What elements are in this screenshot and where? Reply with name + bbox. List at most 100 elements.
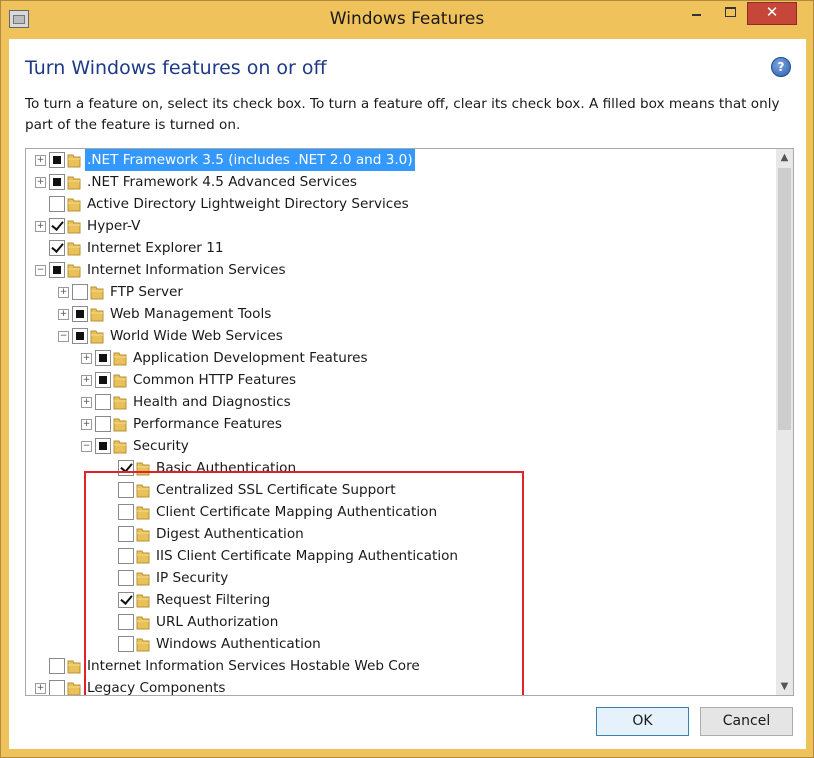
- minimize-button[interactable]: [683, 2, 709, 23]
- tree-item-label[interactable]: Centralized SSL Certificate Support: [154, 479, 398, 501]
- collapse-icon[interactable]: −: [81, 441, 92, 452]
- tree-item[interactable]: + .NET Framework 4.5 Advanced Services: [26, 171, 766, 193]
- title-bar[interactable]: Windows Features ✕: [1, 1, 813, 39]
- close-button[interactable]: ✕: [747, 2, 797, 25]
- tree-item-label[interactable]: Active Directory Lightweight Directory S…: [85, 193, 411, 215]
- tree-item[interactable]: + Web Management Tools: [26, 303, 766, 325]
- tree-item-label[interactable]: IP Security: [154, 567, 230, 589]
- feature-checkbox[interactable]: [118, 570, 134, 586]
- help-icon[interactable]: ?: [771, 57, 791, 77]
- tree-item[interactable]: + Common HTTP Features: [26, 369, 766, 391]
- tree-item-label[interactable]: FTP Server: [108, 281, 185, 303]
- feature-checkbox[interactable]: [49, 680, 65, 695]
- tree-item-label[interactable]: Internet Explorer 11: [85, 237, 226, 259]
- tree-item-label[interactable]: Application Development Features: [131, 347, 370, 369]
- tree-item-label[interactable]: Windows Authentication: [154, 633, 323, 655]
- feature-checkbox[interactable]: [118, 592, 134, 608]
- tree-item[interactable]: IIS Client Certificate Mapping Authentic…: [26, 545, 766, 567]
- tree-item[interactable]: Digest Authentication: [26, 523, 766, 545]
- collapse-icon[interactable]: −: [58, 331, 69, 342]
- tree-item-label[interactable]: .NET Framework 4.5 Advanced Services: [85, 171, 359, 193]
- tree-item-label[interactable]: IIS Client Certificate Mapping Authentic…: [154, 545, 460, 567]
- tree-item-label[interactable]: World Wide Web Services: [108, 325, 285, 347]
- feature-checkbox[interactable]: [118, 526, 134, 542]
- expand-icon[interactable]: +: [35, 177, 46, 188]
- feature-checkbox[interactable]: [118, 482, 134, 498]
- tree-item-label[interactable]: Health and Diagnostics: [131, 391, 293, 413]
- feature-checkbox[interactable]: [72, 306, 88, 322]
- expand-icon[interactable]: +: [58, 309, 69, 320]
- tree-item[interactable]: + Legacy Components: [26, 677, 766, 695]
- tree-item-label[interactable]: Performance Features: [131, 413, 284, 435]
- feature-checkbox[interactable]: [95, 438, 111, 454]
- feature-checkbox[interactable]: [49, 174, 65, 190]
- features-tree-view[interactable]: + Legacy Components Internet Information S…: [25, 148, 794, 696]
- ok-button[interactable]: OK: [596, 707, 689, 736]
- tree-item[interactable]: + Performance Features: [26, 413, 766, 435]
- expand-icon[interactable]: +: [81, 419, 92, 430]
- scroll-up-arrow-icon[interactable]: ▲: [776, 149, 793, 166]
- tree-item[interactable]: + .NET Framework 3.5 (includes .NET 2.0 a…: [26, 149, 766, 171]
- feature-checkbox[interactable]: [118, 636, 134, 652]
- expand-icon[interactable]: +: [58, 287, 69, 298]
- tree-item[interactable]: + Hyper-V: [26, 215, 766, 237]
- expand-icon[interactable]: +: [35, 683, 46, 694]
- feature-checkbox[interactable]: [95, 416, 111, 432]
- tree-item-label[interactable]: Basic Authentication: [154, 457, 298, 479]
- feature-checkbox[interactable]: [49, 218, 65, 234]
- scroll-down-arrow-icon[interactable]: ▼: [776, 678, 793, 695]
- tree-item[interactable]: IP Security: [26, 567, 766, 589]
- feature-checkbox[interactable]: [49, 152, 65, 168]
- tree-item-label[interactable]: Security: [131, 435, 191, 457]
- tree-item[interactable]: − Security: [26, 435, 766, 457]
- expand-icon[interactable]: +: [81, 353, 92, 364]
- tree-item[interactable]: Active Directory Lightweight Directory S…: [26, 193, 766, 215]
- cancel-button[interactable]: Cancel: [700, 707, 793, 736]
- tree-item[interactable]: − World Wide Web Services: [26, 325, 766, 347]
- feature-checkbox[interactable]: [118, 614, 134, 630]
- tree-item-label[interactable]: .NET Framework 3.5 (includes .NET 2.0 an…: [85, 149, 415, 171]
- tree-item[interactable]: Client Certificate Mapping Authenticatio…: [26, 501, 766, 523]
- expand-icon[interactable]: +: [35, 221, 46, 232]
- tree-item-label[interactable]: URL Authorization: [154, 611, 280, 633]
- tree-item-label[interactable]: Legacy Components: [85, 677, 228, 695]
- expand-icon[interactable]: +: [35, 155, 46, 166]
- feature-checkbox[interactable]: [49, 262, 65, 278]
- tree-item-label[interactable]: Request Filtering: [154, 589, 272, 611]
- tree-item-label[interactable]: Hyper-V: [85, 215, 142, 237]
- vertical-scrollbar[interactable]: ▲ ▼: [776, 149, 793, 695]
- feature-checkbox[interactable]: [95, 350, 111, 366]
- tree-item[interactable]: Internet Information Services Hostable W…: [26, 655, 766, 677]
- tree-item[interactable]: + Health and Diagnostics: [26, 391, 766, 413]
- feature-checkbox[interactable]: [49, 658, 65, 674]
- tree-item[interactable]: Basic Authentication: [26, 457, 766, 479]
- tree-item[interactable]: − Internet Information Services: [26, 259, 766, 281]
- feature-checkbox[interactable]: [118, 460, 134, 476]
- tree-item-label[interactable]: Internet Information Services Hostable W…: [85, 655, 422, 677]
- feature-checkbox[interactable]: [72, 328, 88, 344]
- feature-checkbox[interactable]: [95, 394, 111, 410]
- tree-item[interactable]: URL Authorization: [26, 611, 766, 633]
- tree-item[interactable]: Request Filtering: [26, 589, 766, 611]
- tree-item-label[interactable]: Web Management Tools: [108, 303, 273, 325]
- collapse-icon[interactable]: −: [35, 265, 46, 276]
- tree-item-label[interactable]: Internet Information Services: [85, 259, 288, 281]
- tree-item[interactable]: Internet Explorer 11: [26, 237, 766, 259]
- scroll-thumb[interactable]: [778, 168, 791, 430]
- feature-checkbox[interactable]: [49, 196, 65, 212]
- expand-icon[interactable]: +: [81, 397, 92, 408]
- tree-item-label[interactable]: Common HTTP Features: [131, 369, 298, 391]
- tree-item-label[interactable]: Client Certificate Mapping Authenticatio…: [154, 501, 439, 523]
- feature-checkbox[interactable]: [49, 240, 65, 256]
- expand-icon[interactable]: +: [81, 375, 92, 386]
- feature-checkbox[interactable]: [118, 548, 134, 564]
- feature-checkbox[interactable]: [95, 372, 111, 388]
- tree-item[interactable]: Centralized SSL Certificate Support: [26, 479, 766, 501]
- maximize-button[interactable]: [717, 2, 743, 23]
- feature-checkbox[interactable]: [118, 504, 134, 520]
- feature-checkbox[interactable]: [72, 284, 88, 300]
- tree-item[interactable]: + FTP Server: [26, 281, 766, 303]
- tree-item[interactable]: Windows Authentication: [26, 633, 766, 655]
- tree-item[interactable]: + Application Development Features: [26, 347, 766, 369]
- tree-item-label[interactable]: Digest Authentication: [154, 523, 306, 545]
